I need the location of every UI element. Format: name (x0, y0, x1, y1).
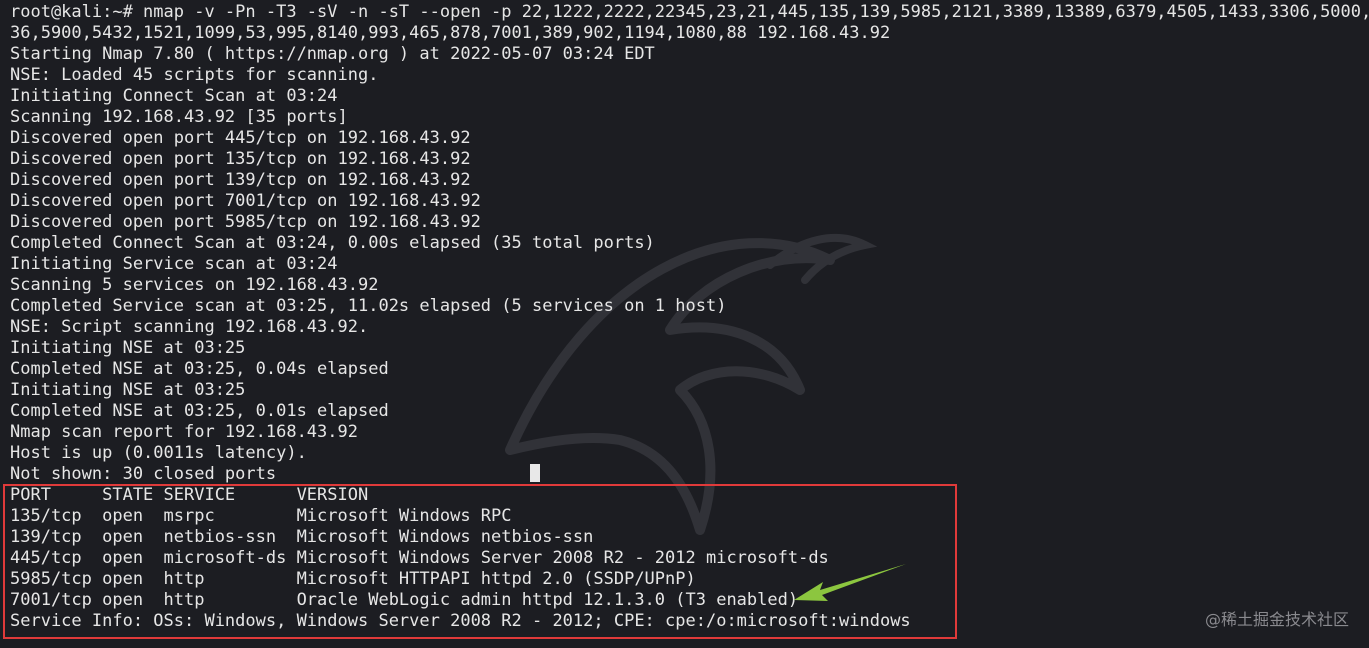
output-line: Discovered open port 445/tcp on 192.168.… (10, 128, 471, 148)
output-line: Starting Nmap 7.80 ( https://nmap.org ) … (10, 44, 655, 64)
green-arrow-icon (794, 564, 906, 601)
output-line: Completed NSE at 03:25, 0.04s elapsed (10, 359, 389, 379)
output-line: NSE: Script scanning 192.168.43.92. (10, 317, 369, 337)
output-line: NSE: Loaded 45 scripts for scanning. (10, 65, 379, 85)
output-line: Completed Connect Scan at 03:24, 0.00s e… (10, 233, 655, 253)
output-line: Scanning 5 services on 192.168.43.92 (10, 275, 379, 295)
output-line: Discovered open port 139/tcp on 192.168.… (10, 170, 471, 190)
output-line: Initiating Service scan at 03:24 (10, 254, 338, 274)
site-watermark: @稀土掘金技术社区 (1204, 610, 1349, 629)
output-line: Host is up (0.0011s latency). (10, 443, 307, 463)
output-line: Not shown: 30 closed ports (10, 464, 277, 484)
command-line-wrap: 36,5900,5432,1521,1099,53,995,8140,993,4… (10, 23, 891, 43)
command-line: root@kali:~# nmap -v -Pn -T3 -sV -n -sT … (10, 2, 1369, 22)
output-line: Discovered open port 5985/tcp on 192.168… (10, 212, 481, 232)
terminal-window[interactable]: root@kali:~# nmap -v -Pn -T3 -sV -n -sT … (0, 0, 1369, 648)
output-line: Initiating NSE at 03:25 (10, 338, 246, 358)
output-line: Completed Service scan at 03:25, 11.02s … (10, 296, 727, 316)
output-line: Completed NSE at 03:25, 0.01s elapsed (10, 401, 389, 421)
output-line: Nmap scan report for 192.168.43.92 (10, 422, 358, 442)
output-line: Scanning 192.168.43.92 [35 ports] (10, 107, 348, 127)
output-line: Initiating NSE at 03:25 (10, 380, 246, 400)
output-line: Discovered open port 7001/tcp on 192.168… (10, 191, 481, 211)
output-line: Discovered open port 135/tcp on 192.168.… (10, 149, 471, 169)
terminal-cursor (530, 464, 540, 482)
output-line: Initiating Connect Scan at 03:24 (10, 86, 338, 106)
